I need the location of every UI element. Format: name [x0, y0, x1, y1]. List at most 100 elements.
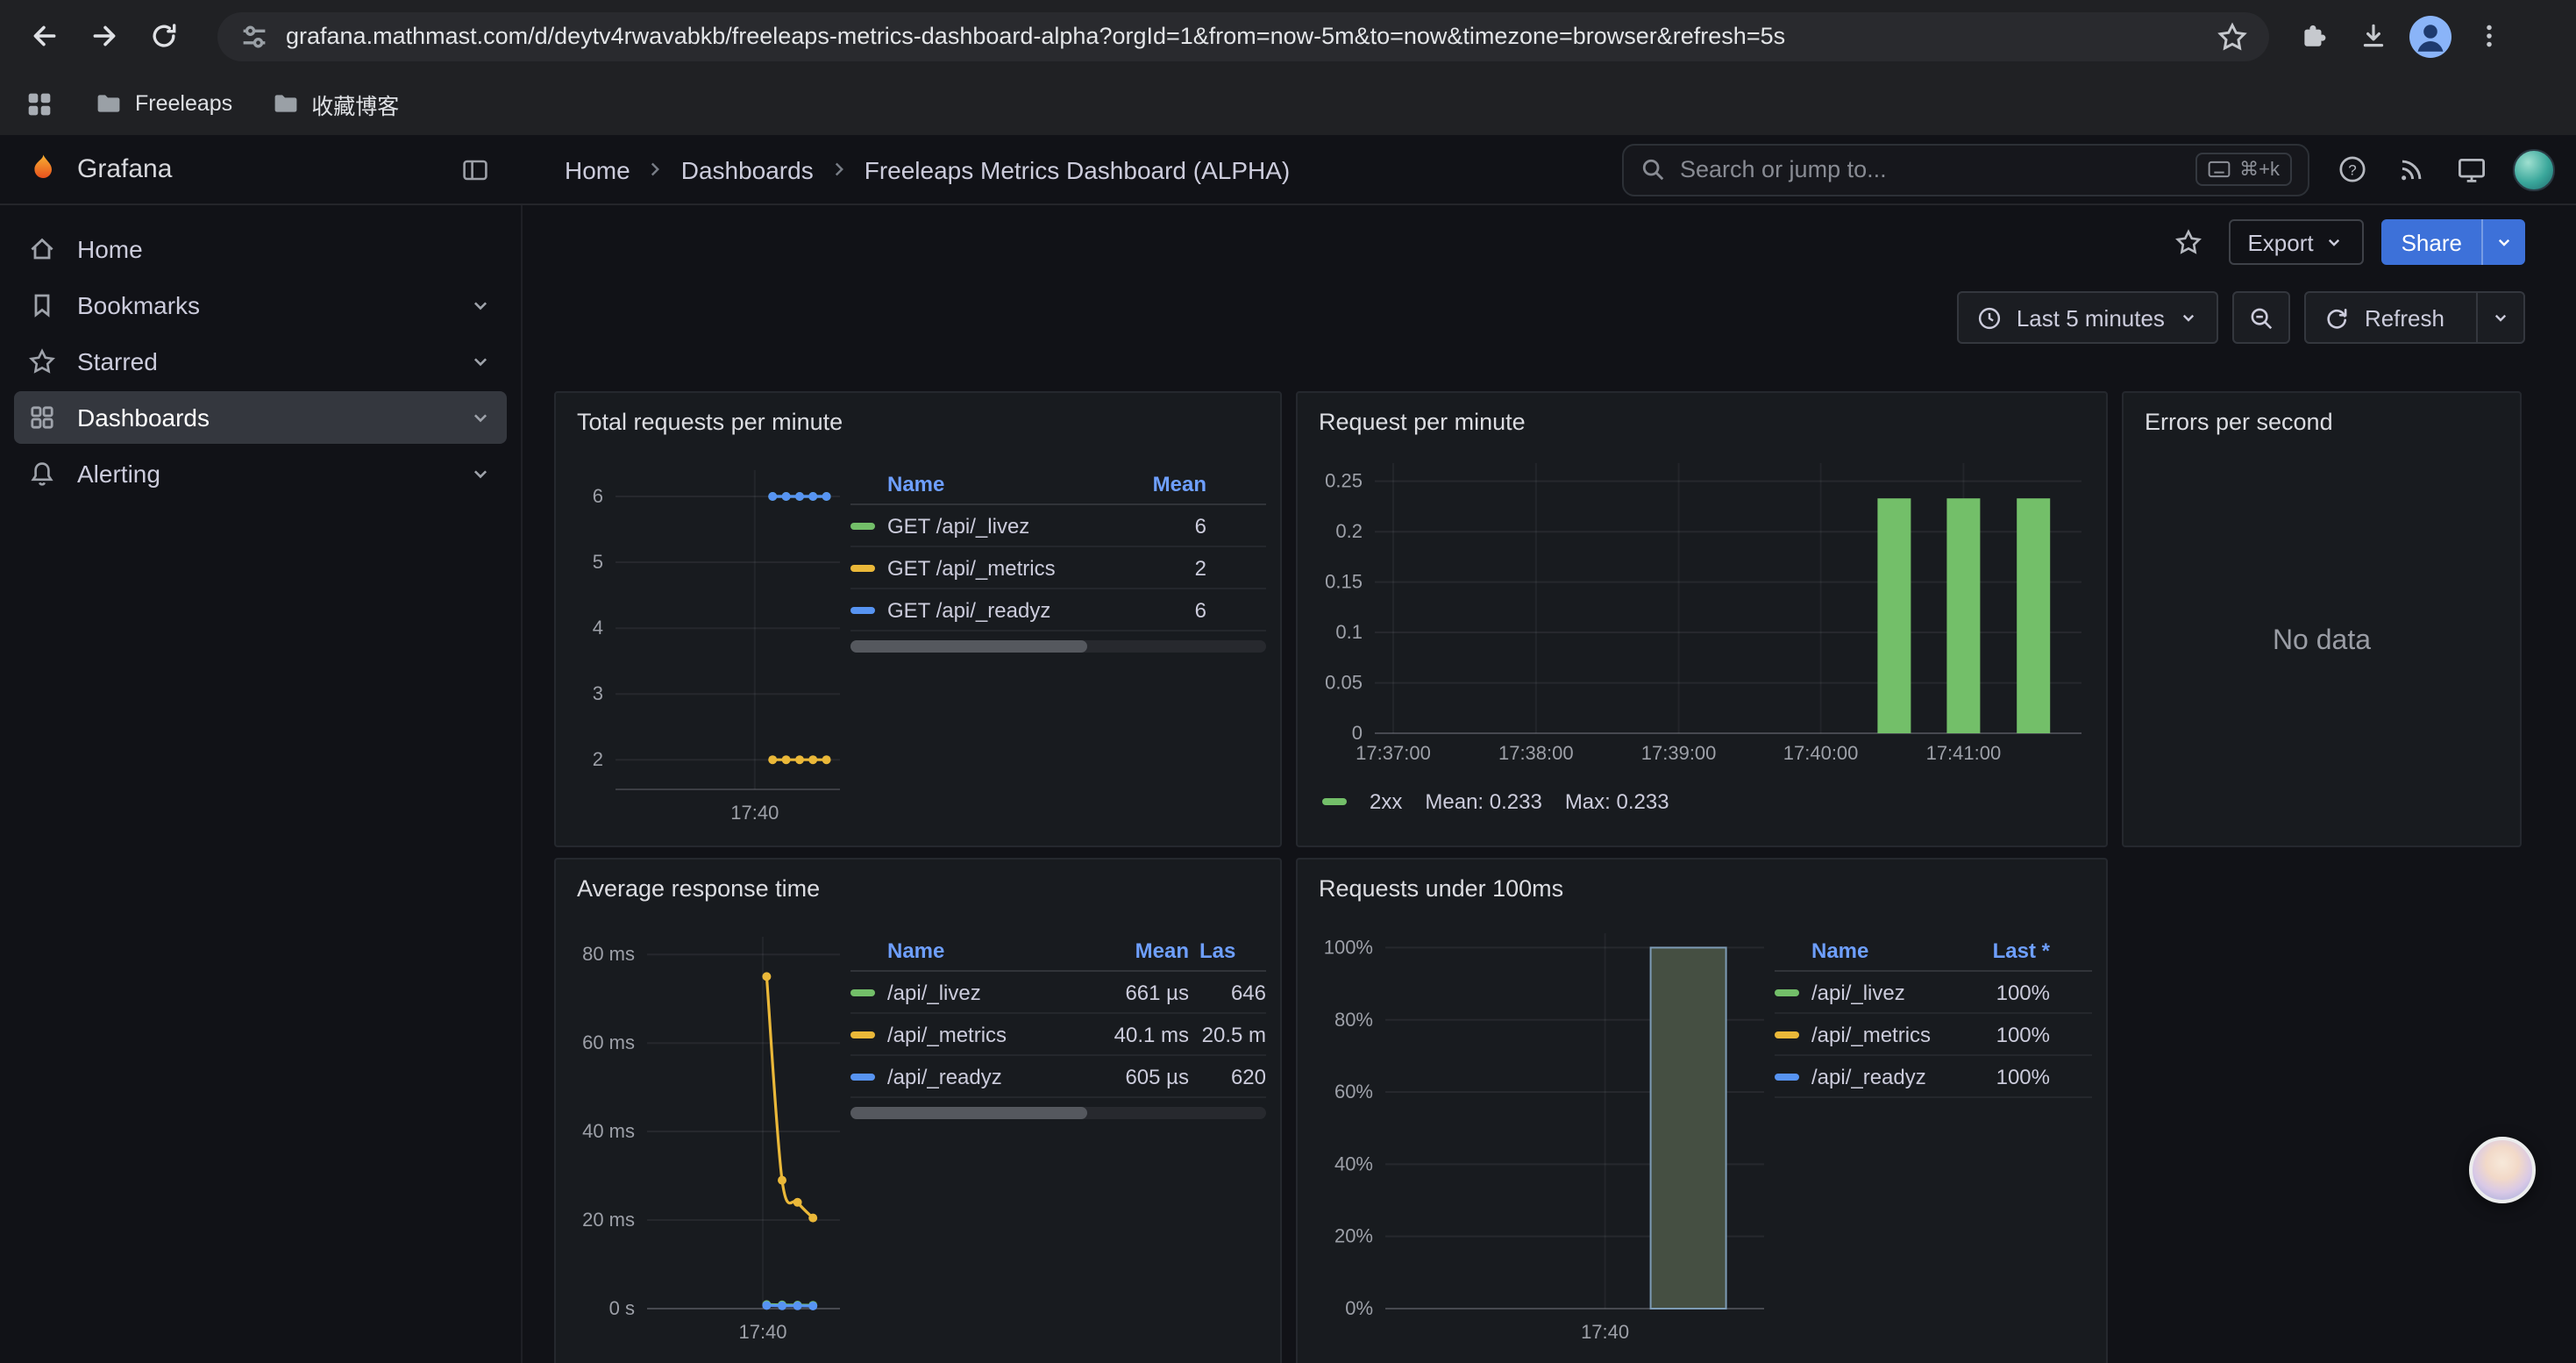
grafana-logo-icon[interactable] [25, 152, 60, 187]
series-color-icon [1775, 1073, 1799, 1080]
legend-row[interactable]: /api/_livez100% [1775, 972, 2092, 1014]
series-name[interactable]: GET /api/_livez [887, 513, 1029, 538]
bookmark-item-freeleaps[interactable]: Freeleaps [95, 89, 232, 118]
legend-row[interactable]: /api/_metrics100% [1775, 1014, 2092, 1056]
sidebar-item-home[interactable]: Home [14, 223, 507, 275]
series-max: Max: 0.233 [1565, 789, 1669, 814]
series-name[interactable]: /api/_readyz [887, 1064, 1002, 1088]
svg-text:0: 0 [1352, 722, 1363, 744]
breadcrumb-item[interactable]: Freeleaps Metrics Dashboard (ALPHA) [865, 155, 1291, 183]
legend-value: 2 [1126, 555, 1206, 580]
legend-value: 6 [1126, 513, 1206, 538]
apps-grid-button[interactable] [21, 81, 56, 126]
svg-text:5: 5 [593, 551, 603, 573]
dock-panel-icon [461, 155, 489, 183]
chevron-down-icon[interactable] [468, 293, 493, 318]
legend-row[interactable]: /api/_livez661 µs646 [850, 972, 1266, 1014]
panel-title[interactable]: Requests under 100ms [1298, 860, 2106, 916]
legend-header-row: NameLast * [1775, 930, 2092, 972]
sidebar-item-dashboards[interactable]: Dashboards [14, 391, 507, 444]
chevron-down-icon[interactable] [468, 405, 493, 430]
chart-canvas: 6543217:40 [570, 453, 850, 831]
user-avatar[interactable] [2513, 148, 2555, 190]
breadcrumb-separator-icon [644, 158, 667, 181]
no-data-message: No data [2138, 453, 2506, 831]
breadcrumb-item[interactable]: Home [565, 155, 630, 183]
display-button[interactable] [2446, 145, 2495, 194]
chevron-down-icon[interactable] [468, 349, 493, 374]
series-name[interactable]: /api/_livez [1811, 980, 1905, 1004]
series-mean: Mean: 0.233 [1425, 789, 1541, 814]
legend-value: 620 [1189, 1064, 1266, 1088]
svg-text:60%: 60% [1334, 1081, 1373, 1103]
refresh-button[interactable]: Refresh [2305, 291, 2525, 344]
refresh-interval-menu[interactable] [2476, 293, 2523, 342]
legend-row[interactable]: /api/_readyz 605 µs620 [850, 1056, 1266, 1098]
bookmark-label: 收藏博客 [311, 87, 399, 120]
browser-menu-button[interactable] [2466, 13, 2511, 59]
series-name[interactable]: GET /api/_metrics [887, 555, 1056, 580]
panel-title[interactable]: Total requests per minute [556, 393, 1280, 449]
export-button[interactable]: Export [2228, 219, 2364, 265]
legend-row[interactable]: /api/_metrics40.1 ms20.5 m [850, 1014, 1266, 1056]
chevron-down-icon[interactable] [468, 461, 493, 486]
breadcrumb-item[interactable]: Dashboards [681, 155, 814, 183]
bookmark-item-blog[interactable]: 收藏博客 [271, 87, 399, 120]
bookmark-star-icon[interactable] [2217, 20, 2248, 52]
chart-legend[interactable]: 2xx Mean: 0.233 Max: 0.233 [1312, 772, 2092, 814]
url-bar[interactable]: grafana.mathmast.com/d/deytv4rwavabkb/fr… [217, 11, 2269, 61]
series-name[interactable]: /api/_livez [887, 980, 981, 1004]
legend-row[interactable]: GET /api/_readyz6 [850, 589, 1266, 632]
svg-text:80%: 80% [1334, 1009, 1373, 1031]
panel-title[interactable]: Average response time [556, 860, 1280, 916]
sidebar-item-starred[interactable]: Starred [14, 335, 507, 388]
panel-title[interactable]: Request per minute [1298, 393, 2106, 449]
panel-title[interactable]: Errors per second [2124, 393, 2520, 449]
sidebar-item-label: Alerting [77, 460, 447, 488]
back-icon [29, 21, 59, 51]
floating-user-avatar[interactable] [2469, 1137, 2536, 1203]
sidebar-item-alerting[interactable]: Alerting [14, 447, 507, 500]
legend-row[interactable]: GET /api/_metrics 2 [850, 547, 1266, 589]
reload-button[interactable] [137, 10, 189, 62]
legend-scrollbar[interactable] [850, 1107, 1266, 1119]
legend-scrollbar[interactable] [850, 640, 1266, 653]
site-settings-icon[interactable] [238, 20, 270, 52]
downloads-button[interactable] [2350, 13, 2395, 59]
forward-button[interactable] [77, 10, 130, 62]
svg-text:0.1: 0.1 [1335, 621, 1363, 643]
series-name[interactable]: /api/_metrics [1811, 1022, 1931, 1046]
series-name[interactable]: /api/_readyz [1811, 1064, 1926, 1088]
legend-value: 605 µs [1087, 1064, 1189, 1088]
refresh-main[interactable]: Refresh [2307, 293, 2462, 342]
star-icon [28, 347, 56, 375]
series-color-icon [850, 522, 875, 529]
series-color-icon [850, 1031, 875, 1038]
share-menu-button[interactable] [2481, 219, 2525, 265]
time-range-picker[interactable]: Last 5 minutes [1957, 291, 2219, 344]
url-text[interactable]: grafana.mathmast.com/d/deytv4rwavabkb/fr… [286, 23, 2217, 49]
news-button[interactable] [2387, 145, 2436, 194]
series-name[interactable]: GET /api/_readyz [887, 597, 1050, 622]
chevron-down-icon [2179, 307, 2200, 328]
bookmark-icon [28, 291, 56, 319]
toggle-sidebar-button[interactable] [452, 146, 498, 192]
share-button[interactable]: Share [2382, 219, 2525, 265]
legend-row[interactable]: /api/_readyz100% [1775, 1056, 2092, 1098]
sidebar-item-bookmarks[interactable]: Bookmarks [14, 279, 507, 332]
extensions-button[interactable] [2290, 13, 2336, 59]
svg-text:3: 3 [593, 682, 603, 704]
kebab-menu-icon [2473, 21, 2503, 51]
browser-profile-avatar[interactable] [2409, 15, 2451, 57]
zoom-out-button[interactable] [2233, 291, 2291, 344]
series-name[interactable]: 2xx [1370, 789, 1402, 814]
help-button[interactable]: ? [2327, 145, 2376, 194]
legend-row[interactable]: GET /api/_livez 6 [850, 505, 1266, 547]
total-requests-legend-table: NameMeanGET /api/_livez6GET /api/_metric… [850, 463, 1266, 831]
star-dashboard-button[interactable] [2165, 219, 2210, 265]
back-button[interactable] [18, 10, 70, 62]
search-input[interactable]: Search or jump to... ⌘+k [1622, 143, 2309, 196]
person-icon [2409, 15, 2451, 57]
series-name[interactable]: /api/_metrics [887, 1022, 1007, 1046]
folder-icon [271, 89, 299, 118]
